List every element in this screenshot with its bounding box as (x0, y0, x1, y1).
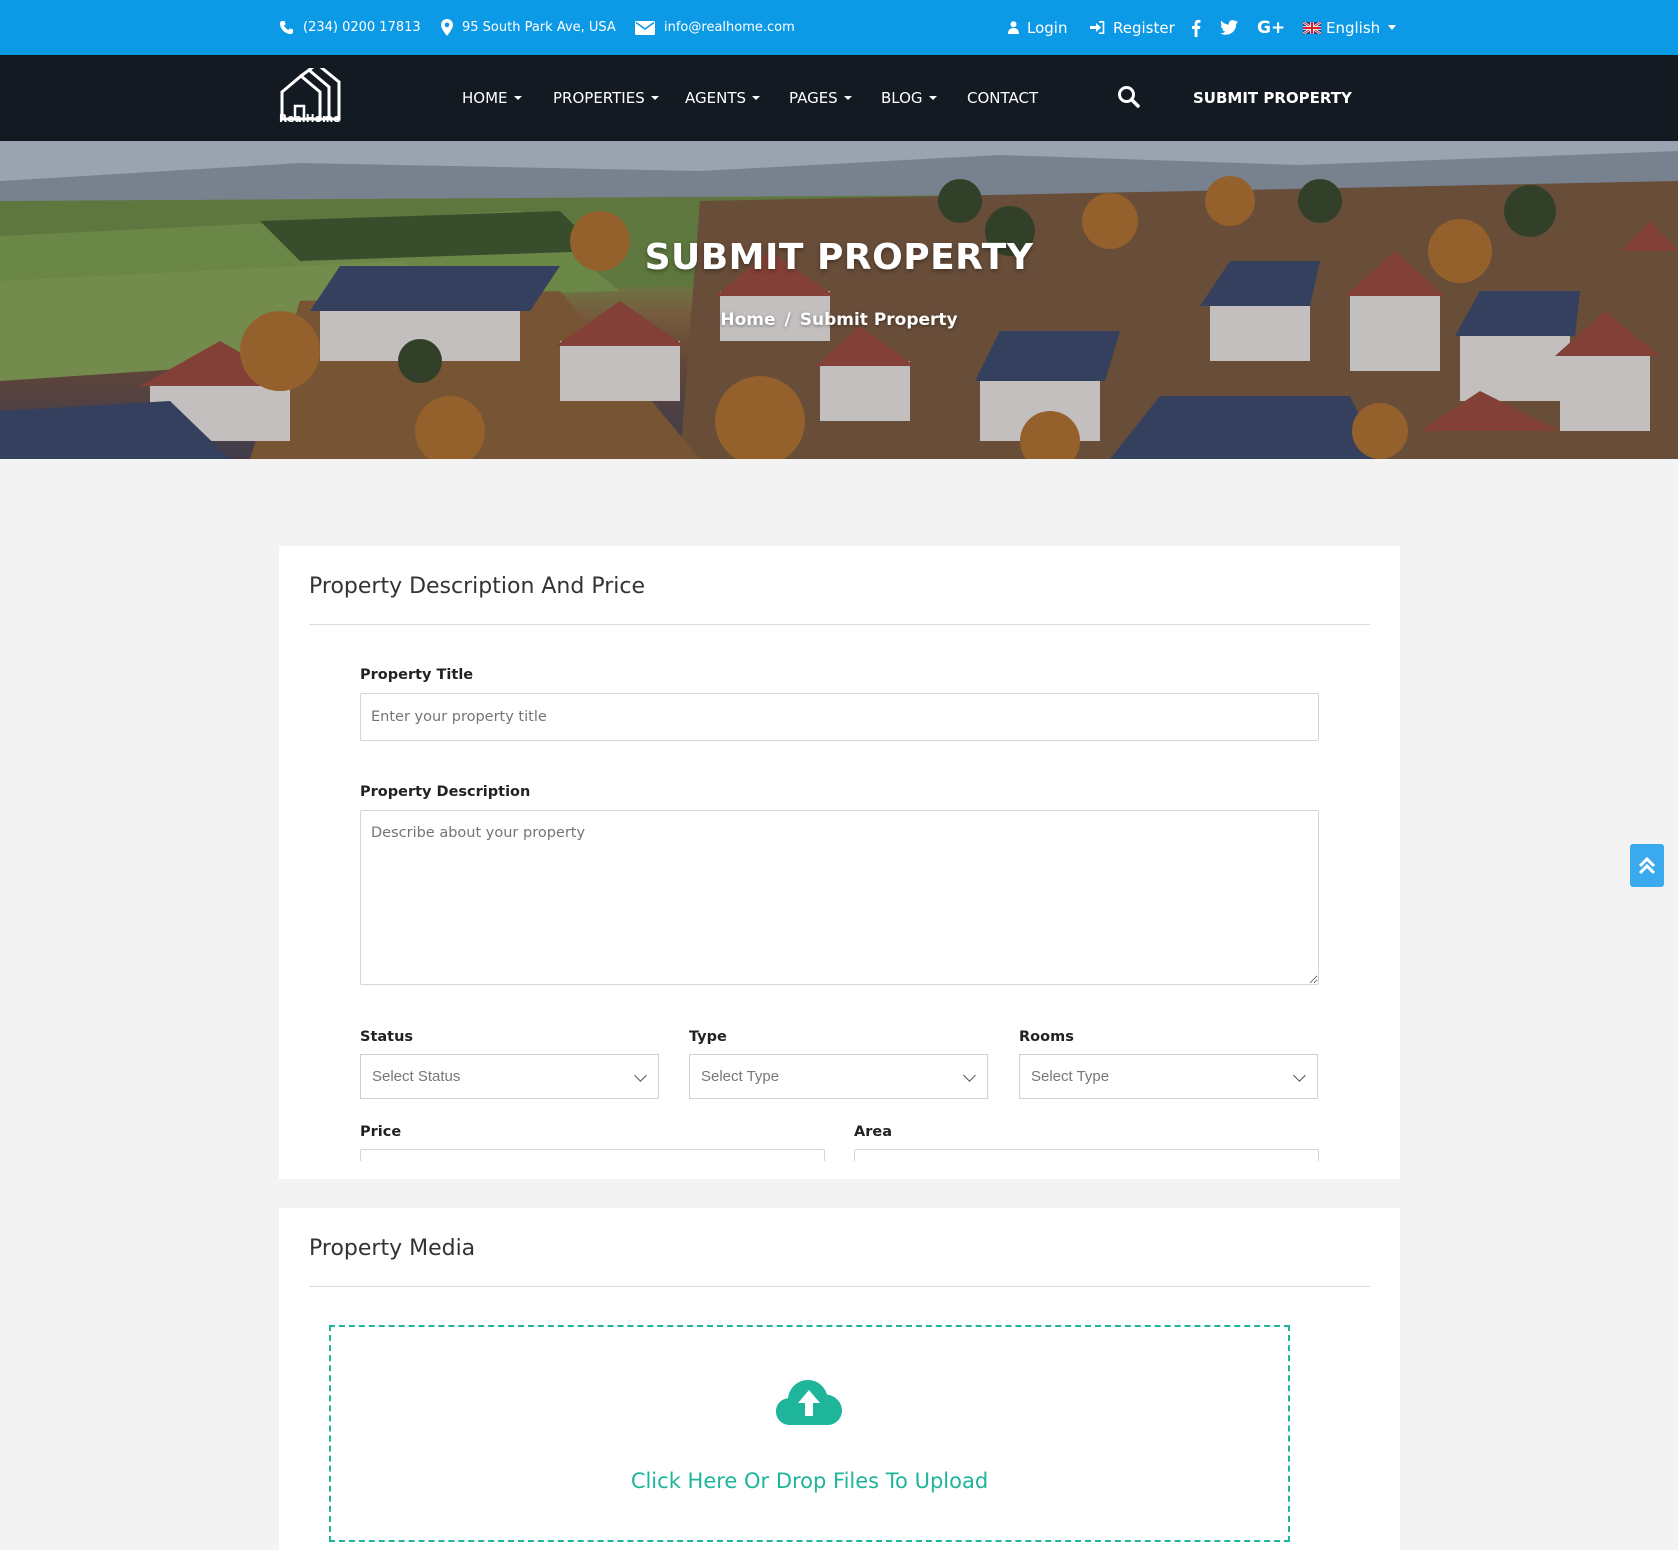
submit-property-link[interactable]: SUBMIT PROPERTY (1193, 55, 1352, 141)
caret-down-icon (1388, 25, 1397, 30)
upload-instruction: Click Here Or Drop Files To Upload (630, 1469, 989, 1493)
facebook-link[interactable] (1191, 0, 1201, 55)
sign-in-icon (1090, 21, 1105, 34)
nav-home-label: HOME (462, 89, 508, 107)
price-label: Price (360, 1124, 402, 1140)
top-bar: (234) 0200 17813 95 South Park Ave, USA … (0, 0, 1678, 55)
nav-pages-label: PAGES (789, 89, 838, 107)
nav-contact-label: CONTACT (967, 89, 1039, 107)
address-contact: 95 South Park Ave, USA (441, 0, 616, 55)
property-description-card: Property Description And Price Property … (279, 546, 1400, 1179)
nav-properties[interactable]: PROPERTIES (553, 55, 659, 141)
google-plus-icon: G+ (1257, 17, 1286, 38)
breadcrumb-separator: / (784, 310, 791, 330)
cloud-upload-icon (776, 1380, 842, 1425)
breadcrumb-home[interactable]: Home (720, 310, 775, 330)
map-pin-icon (441, 19, 453, 36)
uk-flag-icon (1303, 21, 1321, 34)
hero-banner: SUBMIT PROPERTY Home / Submit Property (0, 141, 1678, 459)
divider (309, 624, 1370, 625)
login-link[interactable]: Login (1008, 0, 1067, 55)
rooms-select-value: Select Type (1031, 1068, 1110, 1085)
nav-agents-label: AGENTS (685, 89, 747, 107)
search-icon[interactable] (1117, 85, 1140, 108)
main-navbar: RealHome HOME PROPERTIES AGENTS PAGES BL… (0, 55, 1678, 141)
nav-agents[interactable]: AGENTS (685, 55, 761, 141)
breadcrumb: Home / Submit Property (0, 310, 1678, 330)
type-label: Type (689, 1029, 727, 1045)
brand-name[interactable]: RealHome (279, 113, 341, 125)
chevron-down-icon (963, 1069, 976, 1082)
status-select-value: Select Status (372, 1068, 461, 1085)
hero-overlay (0, 141, 1678, 459)
nav-home[interactable]: HOME (462, 55, 522, 141)
email-contact[interactable]: info@realhome.com (635, 0, 795, 55)
price-input[interactable] (360, 1149, 825, 1161)
phone-text: (234) 0200 17813 (303, 20, 421, 35)
user-icon (1008, 21, 1019, 34)
page-title: SUBMIT PROPERTY (644, 237, 1034, 278)
property-media-card: Property Media Click Here Or Drop Files … (279, 1208, 1400, 1550)
language-label: English (1326, 18, 1381, 37)
login-label: Login (1027, 18, 1068, 37)
double-chevron-up-icon (1638, 856, 1656, 874)
caret-down-icon (650, 96, 659, 100)
address-text: 95 South Park Ave, USA (462, 20, 616, 35)
rooms-select[interactable]: Select Type (1019, 1054, 1318, 1099)
file-upload-dropzone[interactable]: Click Here Or Drop Files To Upload (329, 1325, 1290, 1542)
chevron-down-icon (634, 1069, 647, 1082)
email-text: info@realhome.com (664, 20, 795, 35)
twitter-icon (1220, 20, 1238, 35)
caret-down-icon (513, 96, 522, 100)
nav-blog-label: BLOG (881, 89, 923, 107)
nav-properties-label: PROPERTIES (553, 89, 645, 107)
section-title: Property Description And Price (309, 574, 645, 599)
language-selector[interactable]: English (1303, 0, 1397, 55)
twitter-link[interactable] (1220, 0, 1238, 55)
breadcrumb-current: Submit Property (799, 310, 958, 330)
rooms-label: Rooms (1019, 1029, 1074, 1045)
google-plus-link[interactable]: G+ (1257, 0, 1285, 55)
phone-contact[interactable]: (234) 0200 17813 (279, 0, 421, 55)
envelope-icon (635, 20, 655, 35)
facebook-icon (1192, 19, 1201, 37)
area-input[interactable] (854, 1149, 1319, 1161)
area-label: Area (854, 1124, 892, 1140)
register-link[interactable]: Register (1090, 0, 1175, 55)
caret-down-icon (843, 96, 852, 100)
nav-blog[interactable]: BLOG (881, 55, 937, 141)
phone-icon (279, 20, 294, 35)
nav-contact[interactable]: CONTACT (967, 55, 1038, 141)
divider (309, 1286, 1370, 1287)
property-title-input[interactable] (360, 693, 1319, 741)
type-select-value: Select Type (701, 1068, 780, 1085)
section-title: Property Media (309, 1236, 476, 1261)
property-title-label: Property Title (360, 667, 474, 683)
register-label: Register (1113, 18, 1175, 37)
nav-pages[interactable]: PAGES (789, 55, 852, 141)
caret-down-icon (928, 96, 937, 100)
type-select[interactable]: Select Type (689, 1054, 988, 1099)
status-label: Status (360, 1029, 414, 1045)
caret-down-icon (752, 96, 761, 100)
status-select[interactable]: Select Status (360, 1054, 659, 1099)
chevron-down-icon (1293, 1069, 1306, 1082)
scroll-to-top-button[interactable] (1630, 844, 1664, 887)
property-description-textarea[interactable] (360, 810, 1319, 985)
property-description-label: Property Description (360, 784, 531, 800)
